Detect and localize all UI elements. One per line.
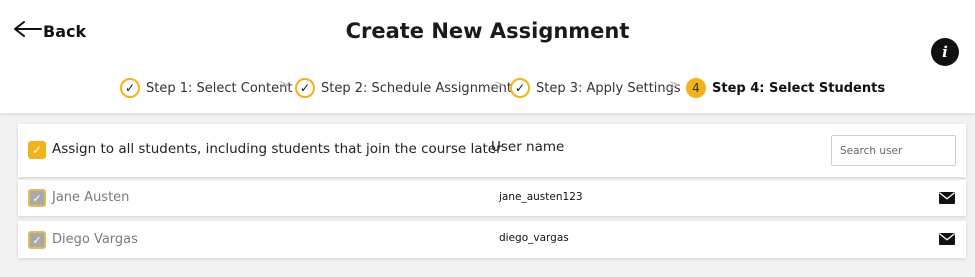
step-progress: ✓ Step 1: Select Content ✓ Step 2: Sched… bbox=[0, 76, 975, 100]
page-header: Back Create New Assignment i ✓ Step 1: S… bbox=[0, 0, 975, 113]
student-username: diego_vargas bbox=[499, 232, 569, 244]
student-checkbox[interactable]: ✓ bbox=[28, 189, 46, 207]
checkmark-icon: ✓ bbox=[120, 78, 140, 98]
envelope-icon[interactable] bbox=[939, 192, 955, 204]
search-user-input[interactable] bbox=[831, 135, 956, 166]
envelope-icon[interactable] bbox=[939, 233, 955, 245]
student-name: Jane Austen bbox=[52, 190, 130, 205]
page-title: Create New Assignment bbox=[345, 19, 630, 43]
step-1-label: Step 1: Select Content bbox=[146, 80, 293, 96]
step-separator: > bbox=[494, 78, 505, 93]
assign-all-label: Assign to all students, including studen… bbox=[52, 141, 502, 157]
assign-all-bar: ✓ Assign to all students, including stud… bbox=[18, 124, 966, 177]
step-4-number: 4 bbox=[686, 78, 706, 98]
step-2-label: Step 2: Schedule Assignment bbox=[321, 80, 512, 96]
info-icon[interactable]: i bbox=[931, 38, 959, 66]
step-1[interactable]: ✓ Step 1: Select Content bbox=[120, 76, 292, 100]
step-3[interactable]: ✓ Step 3: Apply Settings bbox=[510, 76, 681, 100]
student-row: ✓ Diego Vargas diego_vargas bbox=[18, 221, 966, 258]
step-4-label: Step 4: Select Students bbox=[712, 80, 886, 96]
assign-all-checkbox[interactable]: ✓ bbox=[28, 141, 46, 159]
step-2[interactable]: ✓ Step 2: Schedule Assignment bbox=[295, 76, 512, 100]
step-separator: > bbox=[669, 78, 680, 93]
step-4[interactable]: 4 Step 4: Select Students bbox=[686, 76, 885, 100]
checkmark-icon: ✓ bbox=[295, 78, 315, 98]
student-row: ✓ Jane Austen jane_austen123 bbox=[18, 180, 966, 216]
step-3-label: Step 3: Apply Settings bbox=[536, 80, 681, 96]
student-name: Diego Vargas bbox=[52, 232, 138, 247]
username-column-header: User name bbox=[491, 139, 565, 155]
step-separator: > bbox=[279, 78, 290, 93]
student-username: jane_austen123 bbox=[499, 191, 583, 203]
checkmark-icon: ✓ bbox=[510, 78, 530, 98]
student-checkbox[interactable]: ✓ bbox=[28, 231, 46, 249]
